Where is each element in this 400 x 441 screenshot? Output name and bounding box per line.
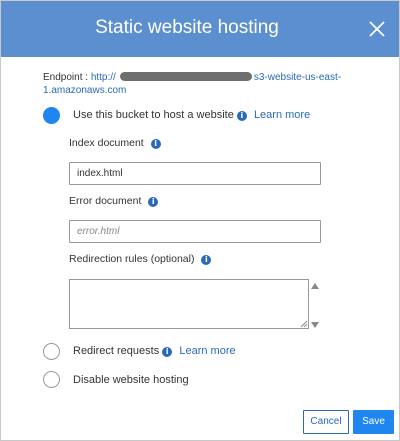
disable-hosting-label: Disable website hosting (73, 374, 189, 386)
info-icon[interactable]: i (150, 139, 161, 149)
redirect-requests-label: Redirect requests (73, 345, 160, 357)
endpoint-label: Endpoint : (43, 72, 91, 83)
endpoint-url-suffix[interactable]: s3-website-us-east- (254, 72, 341, 83)
error-document-input[interactable] (69, 220, 321, 243)
close-icon[interactable] (367, 19, 387, 39)
redirect-requests-option: Redirect requests i Learn more (73, 345, 236, 357)
redirection-rules-label: Redirection rules (optional) (69, 253, 195, 265)
index-document-label: Index document (69, 137, 144, 149)
static-website-hosting-dialog: Static website hosting Endpoint : http:/… (0, 0, 400, 441)
error-document-field-label: Error document i (69, 195, 159, 207)
disable-hosting-radio[interactable] (43, 371, 60, 388)
host-website-radio[interactable] (43, 107, 60, 124)
error-document-label: Error document (69, 195, 142, 207)
save-button[interactable]: Save (353, 410, 394, 434)
scroll-down-icon[interactable] (311, 322, 319, 328)
index-document-field-label: Index document i (69, 137, 161, 149)
redirection-rules-textarea[interactable] (69, 279, 309, 329)
host-learn-more-link[interactable]: Learn more (254, 109, 310, 121)
resize-grip-icon[interactable] (299, 319, 308, 328)
scroll-up-icon[interactable] (311, 283, 319, 289)
host-website-label: Use this bucket to host a website (73, 109, 234, 121)
info-icon[interactable]: i (201, 255, 212, 265)
host-website-option: Use this bucket to host a website i Lear… (73, 109, 310, 121)
endpoint-url-prefix[interactable]: http:// (91, 72, 116, 83)
index-document-input[interactable] (69, 162, 321, 185)
redirection-rules-field-label: Redirection rules (optional) i (69, 253, 212, 265)
info-icon[interactable]: i (148, 197, 159, 207)
dialog-header: Static website hosting (1, 1, 399, 57)
redirect-requests-radio[interactable] (43, 343, 60, 360)
endpoint-text: Endpoint : http:// s3-website-us-east- 1.… (43, 71, 363, 97)
dialog-title: Static website hosting (95, 17, 279, 38)
redirect-learn-more-link[interactable]: Learn more (179, 345, 235, 357)
cancel-button[interactable]: Cancel (303, 410, 349, 434)
info-icon[interactable]: i (162, 347, 173, 357)
endpoint-url-line2[interactable]: 1.amazonaws.com (43, 85, 126, 96)
redacted-bucket-name (119, 72, 252, 81)
info-icon[interactable]: i (236, 111, 247, 121)
